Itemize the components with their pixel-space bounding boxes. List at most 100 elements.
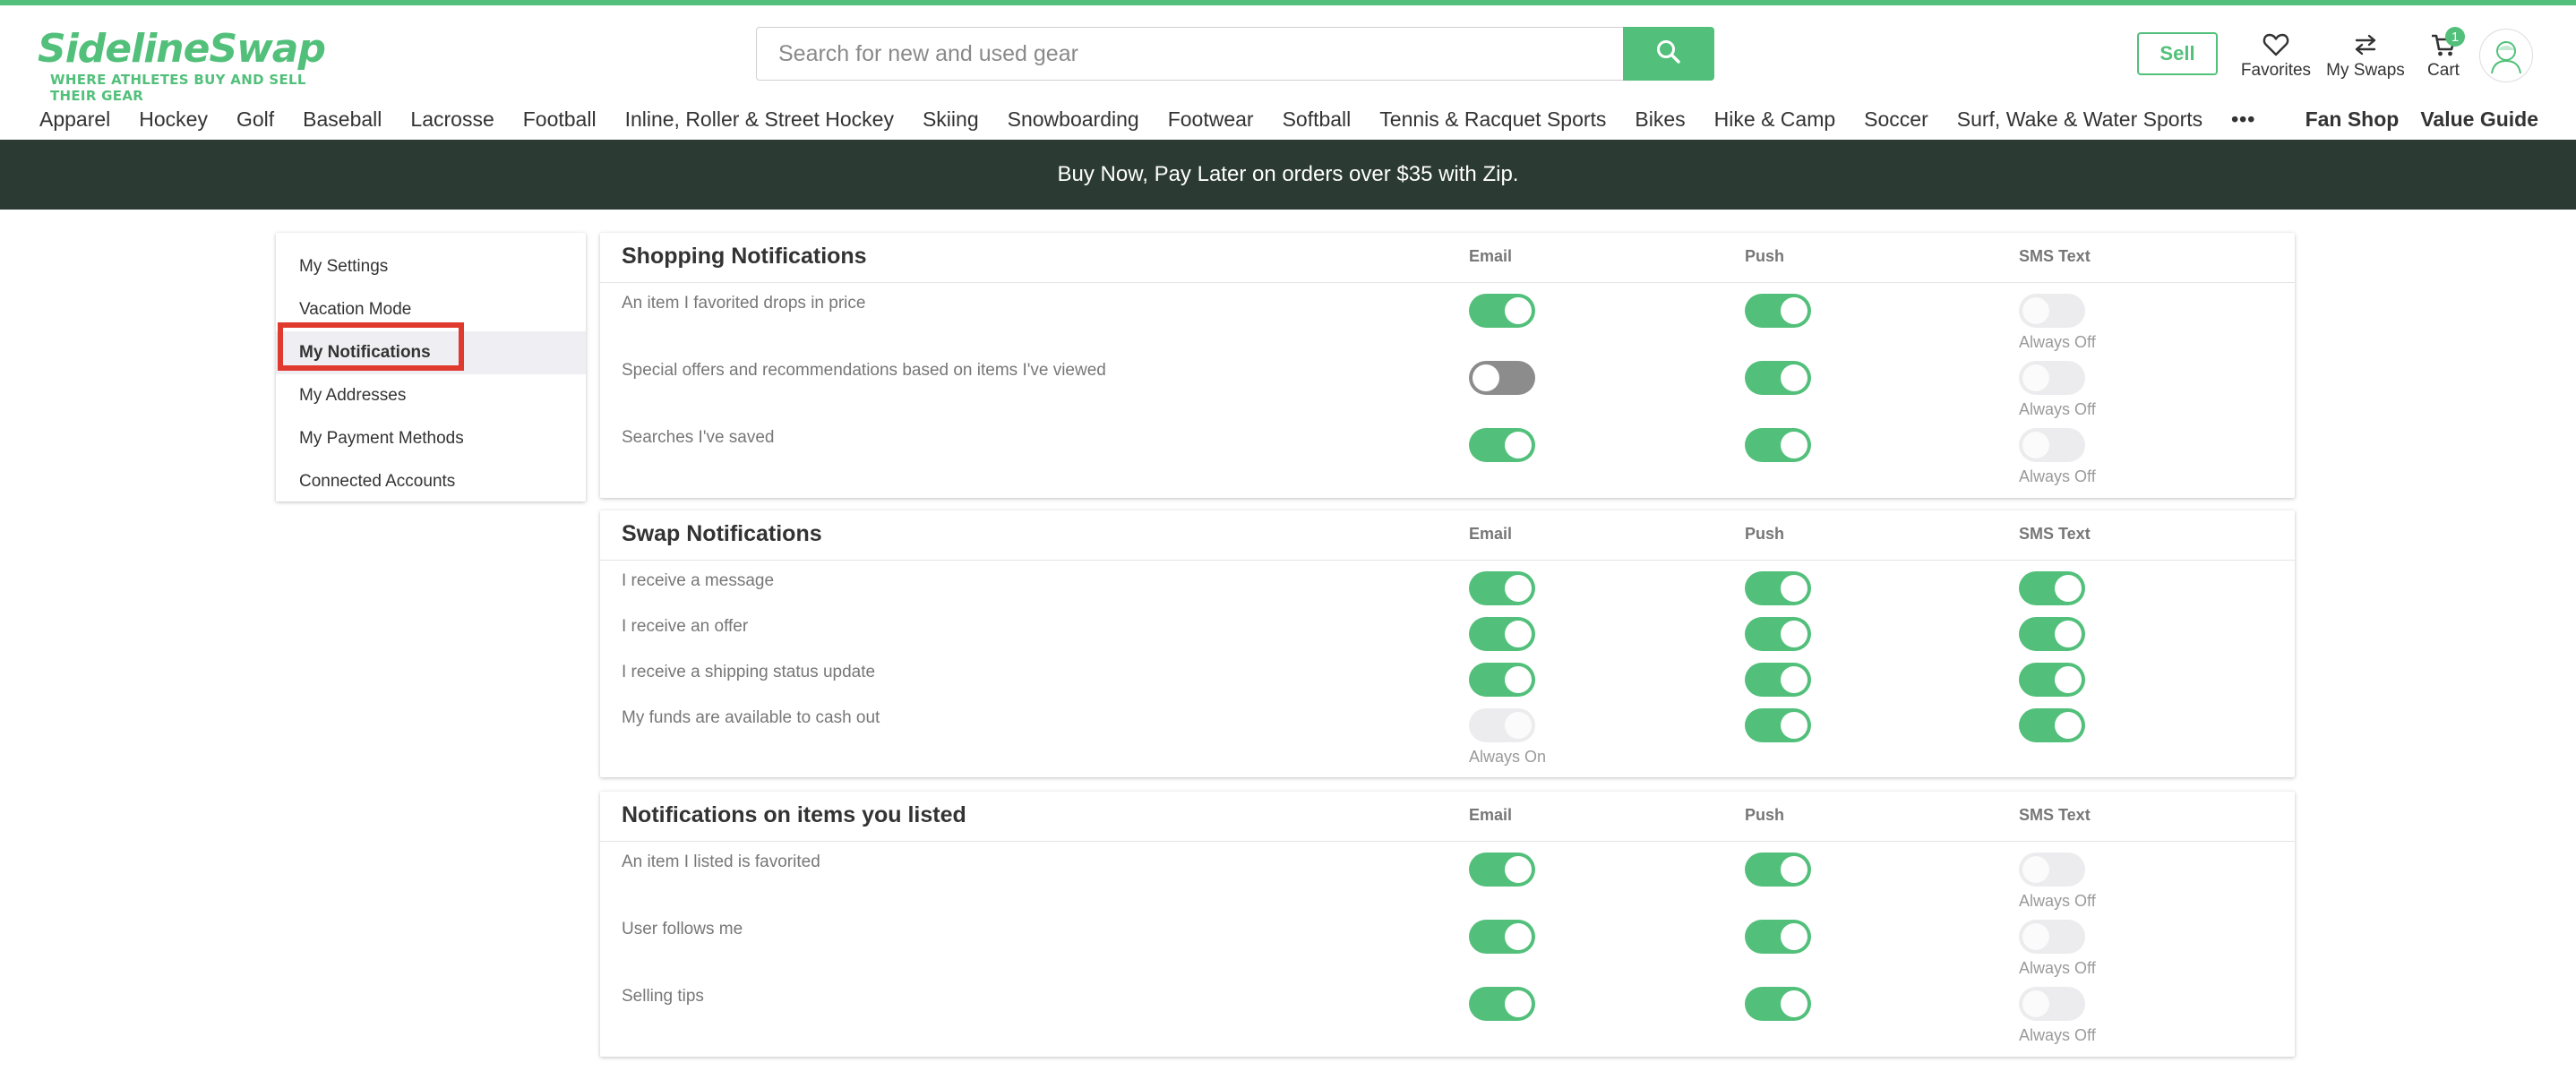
search-input[interactable] (756, 27, 1623, 81)
card-header: Shopping Notifications Email Push SMS Te… (600, 233, 2295, 283)
email-toggle[interactable] (1469, 663, 1535, 697)
row-label: Selling tips (622, 987, 704, 1006)
row-label: I receive an offer (622, 617, 749, 636)
settings-sidebar: My Settings Vacation Mode My Notificatio… (276, 233, 586, 501)
category-skiing[interactable]: Skiing (923, 104, 979, 134)
category-baseball[interactable]: Baseball (303, 104, 382, 134)
email-column-header: Email (1469, 806, 1513, 824)
sms-toggle[interactable] (2019, 571, 2085, 605)
category-softball[interactable]: Softball (1283, 104, 1352, 134)
email-cell (1469, 987, 1535, 1021)
favorites-link[interactable]: Favorites (2236, 29, 2316, 86)
row-label: I receive a shipping status update (622, 663, 876, 681)
search-button[interactable] (1623, 27, 1714, 81)
sms-toggle[interactable] (2019, 617, 2085, 651)
site-logo[interactable]: SidelineSwap WHERE ATHLETES BUY AND SELL… (38, 27, 342, 105)
push-cell (1745, 708, 1811, 742)
sidebar-item-my-payment-methods[interactable]: My Payment Methods (276, 417, 586, 460)
sms-toggle[interactable] (2019, 663, 2085, 697)
sidebar-item-connected-accounts[interactable]: Connected Accounts (276, 460, 586, 503)
push-cell (1745, 987, 1811, 1021)
category-list: Apparel Hockey Golf Baseball Lacrosse Fo… (39, 104, 2284, 134)
more-categories-button[interactable]: ••• (2231, 104, 2255, 134)
sell-button[interactable]: Sell (2137, 32, 2218, 75)
sidebar-item-my-addresses[interactable]: My Addresses (276, 374, 586, 417)
email-toggle[interactable] (1469, 987, 1535, 1021)
sidebar-item-vacation-mode[interactable]: Vacation Mode (276, 288, 586, 331)
swap-arrows-icon (2353, 29, 2378, 61)
email-toggle[interactable] (1469, 853, 1535, 887)
category-apparel[interactable]: Apparel (39, 104, 110, 134)
sms-toggle (2019, 428, 2085, 462)
row-label: An item I favorited drops in price (622, 294, 866, 313)
card-header: Swap Notifications Email Push SMS Text (600, 510, 2295, 561)
category-hike-camp[interactable]: Hike & Camp (1714, 104, 1835, 134)
user-avatar[interactable] (2479, 29, 2533, 82)
sidebar-item-my-settings[interactable]: My Settings (276, 245, 586, 288)
nav-right-links: Fan Shop Value Guide (2306, 104, 2538, 134)
push-toggle[interactable] (1745, 571, 1811, 605)
promo-banner[interactable]: Buy Now, Pay Later on orders over $35 wi… (0, 140, 2576, 210)
email-column-header: Email (1469, 525, 1513, 543)
category-nav: Apparel Hockey Golf Baseball Lacrosse Fo… (0, 99, 2576, 140)
row-label: I receive a message (622, 571, 775, 590)
favorites-label: Favorites (2240, 61, 2312, 80)
sms-cell: Always Off (2019, 987, 2096, 1045)
category-football[interactable]: Football (523, 104, 597, 134)
category-lacrosse[interactable]: Lacrosse (410, 104, 494, 134)
category-tennis-racquet-sports[interactable]: Tennis & Racquet Sports (1379, 104, 1606, 134)
email-toggle[interactable] (1469, 294, 1535, 328)
email-toggle[interactable] (1469, 361, 1535, 395)
sms-cell: Always Off (2019, 920, 2096, 978)
section-title: Swap Notifications (622, 521, 822, 546)
sms-toggle[interactable] (2019, 708, 2085, 742)
push-toggle[interactable] (1745, 920, 1811, 954)
push-toggle[interactable] (1745, 428, 1811, 462)
sms-toggle (2019, 361, 2085, 395)
push-toggle[interactable] (1745, 617, 1811, 651)
email-cell (1469, 663, 1535, 697)
sms-cell: Always Off (2019, 361, 2096, 419)
push-toggle[interactable] (1745, 361, 1811, 395)
cart-link[interactable]: 1 Cart (2418, 27, 2469, 86)
push-toggle[interactable] (1745, 708, 1811, 742)
sms-toggle (2019, 987, 2085, 1021)
notification-row: I receive a shipping status update (600, 652, 2295, 698)
sms-always-off-note: Always Off (2019, 1026, 2096, 1044)
category-inline-roller-street-hockey[interactable]: Inline, Roller & Street Hockey (625, 104, 894, 134)
email-toggle[interactable] (1469, 428, 1535, 462)
category-surf-wake-water-sports[interactable]: Surf, Wake & Water Sports (1957, 104, 2202, 134)
sms-cell (2019, 708, 2085, 742)
push-toggle[interactable] (1745, 663, 1811, 697)
sms-column-header: SMS Text (2019, 247, 2091, 265)
my-swaps-link[interactable]: My Swaps (2325, 29, 2406, 86)
push-cell (1745, 571, 1811, 605)
email-toggle[interactable] (1469, 617, 1535, 651)
email-cell (1469, 361, 1535, 395)
section-title: Shopping Notifications (622, 244, 867, 269)
sms-cell: Always Off (2019, 428, 2096, 486)
listed-items-notifications-card: Notifications on items you listed Email … (600, 792, 2295, 1057)
sms-always-off-note: Always Off (2019, 892, 2096, 910)
search-bar (756, 27, 1714, 81)
notification-row: An item I listed is favorited Always Off (600, 842, 2295, 910)
push-toggle[interactable] (1745, 853, 1811, 887)
email-toggle[interactable] (1469, 571, 1535, 605)
email-cell (1469, 571, 1535, 605)
category-soccer[interactable]: Soccer (1864, 104, 1928, 134)
row-label: My funds are available to cash out (622, 708, 880, 727)
category-hockey[interactable]: Hockey (139, 104, 208, 134)
email-toggle[interactable] (1469, 920, 1535, 954)
push-toggle[interactable] (1745, 987, 1811, 1021)
value-guide-link[interactable]: Value Guide (2420, 104, 2538, 134)
category-bikes[interactable]: Bikes (1635, 104, 1685, 134)
category-snowboarding[interactable]: Snowboarding (1008, 104, 1139, 134)
notification-row: Searches I've saved Always Off (600, 417, 2295, 486)
category-footwear[interactable]: Footwear (1168, 104, 1254, 134)
shopping-notifications-card: Shopping Notifications Email Push SMS Te… (600, 233, 2295, 498)
fan-shop-link[interactable]: Fan Shop (2306, 104, 2400, 134)
sidebar-item-my-notifications[interactable]: My Notifications (276, 331, 586, 374)
push-column-header: Push (1745, 247, 1785, 265)
push-toggle[interactable] (1745, 294, 1811, 328)
category-golf[interactable]: Golf (236, 104, 274, 134)
